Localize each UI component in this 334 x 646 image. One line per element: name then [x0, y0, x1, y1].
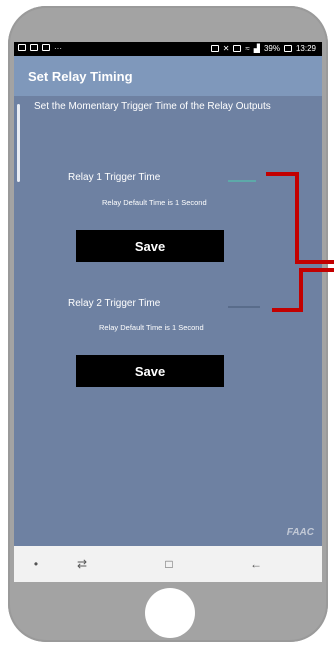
status-time: 13:29 — [295, 44, 316, 53]
android-nav-bar: • ⇄ □ ← — [14, 546, 322, 582]
mute-icon: ✕ — [222, 44, 230, 53]
dot-icon[interactable]: • — [26, 555, 46, 573]
n-icon — [30, 44, 38, 51]
relay-2-hint: Relay Default Time is 1 Second — [99, 323, 204, 332]
callout-segment — [272, 308, 303, 312]
recent-apps-icon[interactable]: ⇄ — [72, 555, 92, 573]
callout-segment — [299, 268, 303, 312]
page-subtitle: Set the Momentary Trigger Time of the Re… — [34, 101, 271, 112]
status-left: ··· — [18, 44, 62, 53]
callout-segment — [295, 260, 334, 264]
callout-segment — [266, 172, 298, 176]
home-square-icon[interactable]: □ — [159, 555, 179, 573]
back-arrow-icon[interactable]: ← — [246, 555, 266, 573]
app-titlebar: Set Relay Timing — [14, 56, 322, 96]
more-icon: ··· — [54, 44, 62, 53]
save-icon — [210, 45, 219, 52]
page-title: Set Relay Timing — [28, 69, 133, 84]
relay-2-label: Relay 2 Trigger Time — [68, 298, 161, 309]
relay-1-save-button[interactable]: Save — [76, 230, 224, 262]
image-icon — [42, 44, 50, 51]
wifi-icon: ≈ — [245, 44, 250, 53]
scroll-indicator[interactable] — [17, 104, 20, 182]
relay-1-hint: Relay Default Time is 1 Second — [102, 198, 207, 207]
battery-percent: 39% — [263, 44, 280, 53]
phone-screen: ··· ✕ ≈ ▟ 39% 13:29 Set Relay Timing Set… — [14, 42, 322, 582]
main-content: Set the Momentary Trigger Time of the Re… — [14, 96, 322, 546]
callout-segment — [299, 268, 334, 272]
relay-1-time-input[interactable] — [228, 180, 256, 182]
relay-2-time-input[interactable] — [228, 306, 260, 308]
relay-2-save-button[interactable]: Save — [76, 355, 224, 387]
faac-logo: FAAC — [286, 527, 314, 538]
battery-icon — [283, 45, 292, 52]
gallery-icon — [18, 44, 26, 51]
callout-segment — [295, 172, 299, 263]
alarm-icon — [233, 45, 242, 52]
status-right: ✕ ≈ ▟ 39% 13:29 — [210, 44, 316, 53]
home-button[interactable] — [145, 588, 195, 638]
status-bar: ··· ✕ ≈ ▟ 39% 13:29 — [14, 42, 322, 56]
signal-icon: ▟ — [253, 44, 260, 53]
relay-1-label: Relay 1 Trigger Time — [68, 172, 161, 183]
